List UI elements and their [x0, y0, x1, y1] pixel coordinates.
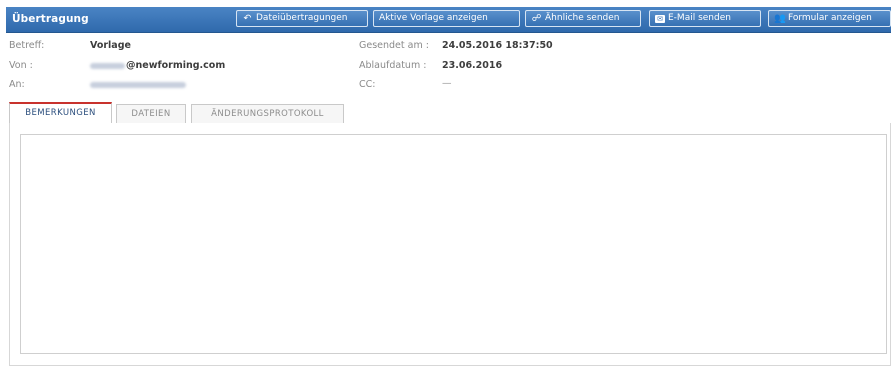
to-label: An:	[9, 79, 25, 90]
window-title: Übertragung	[12, 13, 89, 25]
send-email-label: E-Mail senden	[668, 13, 731, 23]
people-icon: 👥	[774, 13, 786, 24]
transfer-header-bar: Übertragung ↶ Dateiübertragungen Aktive …	[6, 7, 891, 33]
send-similar-button[interactable]: ☍ Ähnliche senden	[525, 10, 641, 27]
tab-change-log[interactable]: ÄNDERUNGSPROTOKOLL	[191, 104, 344, 123]
from-value: @newforming.com	[126, 60, 226, 71]
tab-remarks-label: BEMERKUNGEN	[25, 108, 96, 118]
sent-label: Gesendet am :	[359, 40, 429, 51]
expiry-value: 23.06.2016	[442, 60, 503, 71]
show-active-template-label: Aktive Vorlage anzeigen	[379, 13, 488, 23]
cc-label: CC:	[359, 79, 376, 90]
from-label: Von :	[9, 60, 33, 71]
file-transfers-button[interactable]: ↶ Dateiübertragungen	[236, 10, 368, 27]
tab-change-log-label: ÄNDERUNGSPROTOKOLL	[211, 109, 324, 119]
remarks-textarea[interactable]	[20, 134, 887, 354]
sender-redacted	[90, 63, 125, 69]
reply-icon: ↶	[243, 13, 252, 24]
subject-value: Vorlage	[90, 40, 131, 51]
show-form-button[interactable]: 👥 Formular anzeigen	[768, 10, 891, 27]
sent-value: 24.05.2016 18:37:50	[442, 40, 553, 51]
send-similar-label: Ähnliche senden	[545, 13, 620, 23]
file-transfers-label: Dateiübertragungen	[256, 13, 348, 23]
envelope-icon: ✉	[655, 14, 665, 23]
send-email-button[interactable]: ✉ E-Mail senden	[649, 10, 761, 27]
show-active-template-button[interactable]: Aktive Vorlage anzeigen	[373, 10, 520, 27]
tab-remarks[interactable]: BEMERKUNGEN	[9, 102, 112, 123]
show-form-label: Formular anzeigen	[788, 13, 872, 23]
tab-files[interactable]: DATEIEN	[116, 104, 186, 123]
expiry-label: Ablaufdatum :	[359, 60, 427, 71]
link-icon: ☍	[531, 13, 542, 24]
cc-value: —	[442, 78, 452, 89]
tab-files-label: DATEIEN	[131, 109, 171, 119]
recipient-redacted	[90, 82, 186, 88]
subject-label: Betreff:	[9, 40, 45, 51]
